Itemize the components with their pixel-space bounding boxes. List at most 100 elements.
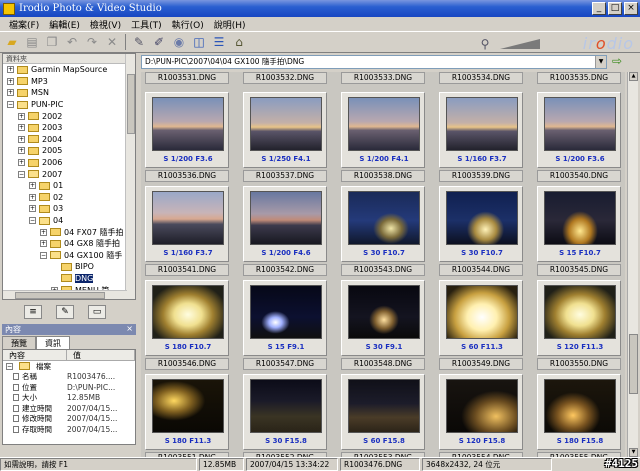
rotate-left-icon[interactable]: ↶ (63, 33, 81, 51)
collapse-icon[interactable]: − (40, 251, 47, 259)
tree-item[interactable]: +01 (3, 180, 135, 192)
thumbnail-frame[interactable]: S 1/200 F4.6 (243, 186, 327, 262)
tree-vscrollbar[interactable] (125, 54, 135, 299)
menu-view[interactable]: 檢視(V) (85, 18, 126, 31)
tree-item[interactable]: + MP3 (3, 76, 135, 88)
thumbnail-frame[interactable]: S 15 F10.7 (537, 186, 621, 262)
collapse-icon[interactable]: − (7, 101, 14, 109)
thumbnail-frame[interactable]: S 15 F9.1 (243, 280, 327, 356)
tools-icon[interactable]: ✎ (130, 33, 148, 51)
list-view-icon[interactable]: ☰ (210, 33, 228, 51)
delete-icon[interactable]: ✕ (103, 33, 121, 51)
expand-icon[interactable]: + (40, 240, 47, 248)
edit-icon[interactable]: ✐ (150, 33, 168, 51)
thumbnail-frame[interactable]: S 30 F15.8 (243, 374, 327, 450)
thumbnail-image[interactable] (250, 97, 322, 151)
address-bar[interactable]: D:\PUN-PIC\2007\04\04 GX100 隨手拍\DNG ▼ (141, 55, 607, 69)
info-row[interactable]: 存取時間 2007/04/15... (3, 424, 135, 435)
tree-item[interactable]: +02 (3, 192, 135, 204)
thumbnail-image[interactable] (152, 191, 224, 245)
thumbnail-frame[interactable]: S 1/160 F3.7 (145, 186, 229, 262)
expand-icon[interactable]: + (18, 112, 25, 120)
go-icon[interactable]: ⇨ (612, 54, 628, 70)
thumbnail-image[interactable] (544, 191, 616, 245)
expand-icon[interactable]: + (18, 135, 25, 143)
expand-icon[interactable]: + (29, 205, 36, 213)
tree-item[interactable]: +2005 (3, 145, 135, 157)
tree-item[interactable]: +04 FX07 隨手拍 (3, 226, 135, 238)
dual-view-icon[interactable]: ◫ (190, 33, 208, 51)
tree-item[interactable]: +2002 (3, 110, 135, 122)
menu-edit[interactable]: 編輯(E) (44, 18, 85, 31)
thumbnail-image[interactable] (446, 191, 518, 245)
thumbnail-frame[interactable]: S 30 F10.7 (439, 186, 523, 262)
thumbnail-image[interactable] (544, 379, 616, 433)
tree-item[interactable]: +03 (3, 203, 135, 215)
thumbnail-image[interactable] (544, 97, 616, 151)
col-value[interactable]: 值 (67, 350, 135, 360)
tree-item[interactable]: + MSN (3, 87, 135, 99)
tree-item[interactable]: + Garmin MapSource (3, 64, 135, 76)
tree-item[interactable]: +2003 (3, 122, 135, 134)
tree-hscroll-thumb[interactable] (15, 292, 105, 299)
thumbnail-image[interactable] (152, 379, 224, 433)
menu-help[interactable]: 說明(H) (209, 18, 251, 31)
menu-file[interactable]: 檔案(F) (4, 18, 44, 31)
tab-info[interactable]: 資訊 (36, 336, 70, 349)
menu-tools[interactable]: 工具(T) (126, 18, 167, 31)
film-panel-icon[interactable]: ▭ (88, 305, 106, 319)
tree-item[interactable]: +2004 (3, 134, 135, 146)
thumbnail-frame[interactable]: S 180 F15.8 (537, 374, 621, 450)
col-property[interactable]: 內容 (3, 350, 67, 360)
thumbnail-frame[interactable]: S 30 F10.7 (341, 186, 425, 262)
expand-icon[interactable]: + (7, 66, 14, 74)
tree-vscroll-thumb[interactable] (127, 74, 135, 134)
zoom-slider[interactable] (500, 37, 540, 51)
disc-icon[interactable]: ◉ (170, 33, 188, 51)
tree-item[interactable]: − 04 GX100 隨手 (3, 250, 135, 262)
tree-hscrollbar[interactable] (3, 290, 127, 299)
thumbnail-image[interactable] (250, 191, 322, 245)
collapse-icon[interactable]: − (29, 217, 36, 225)
close-button[interactable]: × (624, 2, 638, 15)
search-icon[interactable]: ⚲ (476, 35, 494, 53)
thumbnail-image[interactable] (348, 191, 420, 245)
tree-item[interactable]: +2006 (3, 157, 135, 169)
thumbnail-image[interactable] (446, 379, 518, 433)
close-icon[interactable]: × (126, 324, 133, 333)
tree-item[interactable]: DNG (3, 273, 135, 285)
thumbnail-image[interactable] (250, 285, 322, 339)
open-folder-icon[interactable]: ▰ (3, 33, 21, 51)
thumbnail-frame[interactable]: S 1/200 F4.1 (341, 92, 425, 168)
tree-item[interactable]: − 04 (3, 215, 135, 227)
thumbnail-image[interactable] (348, 285, 420, 339)
chevron-down-icon[interactable]: ▼ (595, 56, 606, 68)
grid-scroll-thumb[interactable] (629, 334, 638, 394)
thumbnail-image[interactable] (250, 379, 322, 433)
thumbnail-image[interactable] (446, 97, 518, 151)
minimize-button[interactable]: _ (592, 2, 606, 15)
info-row[interactable]: 名稱 R1003476.... (3, 372, 135, 383)
thumbnail-frame[interactable]: S 180 F11.3 (145, 374, 229, 450)
expand-icon[interactable]: + (29, 193, 36, 201)
expand-icon[interactable]: + (18, 147, 25, 155)
thumbnail-frame[interactable]: S 120 F11.3 (537, 280, 621, 356)
tree-item[interactable]: − 2007 (3, 168, 135, 180)
info-row[interactable]: 修改時間 2007/04/15... (3, 414, 135, 425)
expand-icon[interactable]: + (7, 89, 14, 97)
thumbnail-frame[interactable]: S 60 F15.8 (341, 374, 425, 450)
tab-preview[interactable]: 預覽 (2, 336, 36, 349)
title-bar[interactable]: Irodio Photo & Video Studio _ □ × (0, 0, 640, 17)
thumbnail-frame[interactable]: S 1/200 F3.6 (537, 92, 621, 168)
thumbnail-image[interactable] (152, 285, 224, 339)
expand-icon[interactable]: + (29, 182, 36, 190)
edit-panel-icon[interactable]: ✎ (56, 305, 74, 319)
grid-vscrollbar[interactable]: ▲ ▼ (627, 72, 638, 457)
thumbnail-frame[interactable]: S 30 F9.1 (341, 280, 425, 356)
tree-item[interactable]: +04 GX8 隨手拍 (3, 238, 135, 250)
thumbnail-image[interactable] (544, 285, 616, 339)
thumbnail-frame[interactable]: S 1/200 F3.6 (145, 92, 229, 168)
expand-icon[interactable]: + (7, 77, 14, 85)
thumbnail-frame[interactable]: S 180 F10.7 (145, 280, 229, 356)
expand-icon[interactable]: + (40, 228, 47, 236)
